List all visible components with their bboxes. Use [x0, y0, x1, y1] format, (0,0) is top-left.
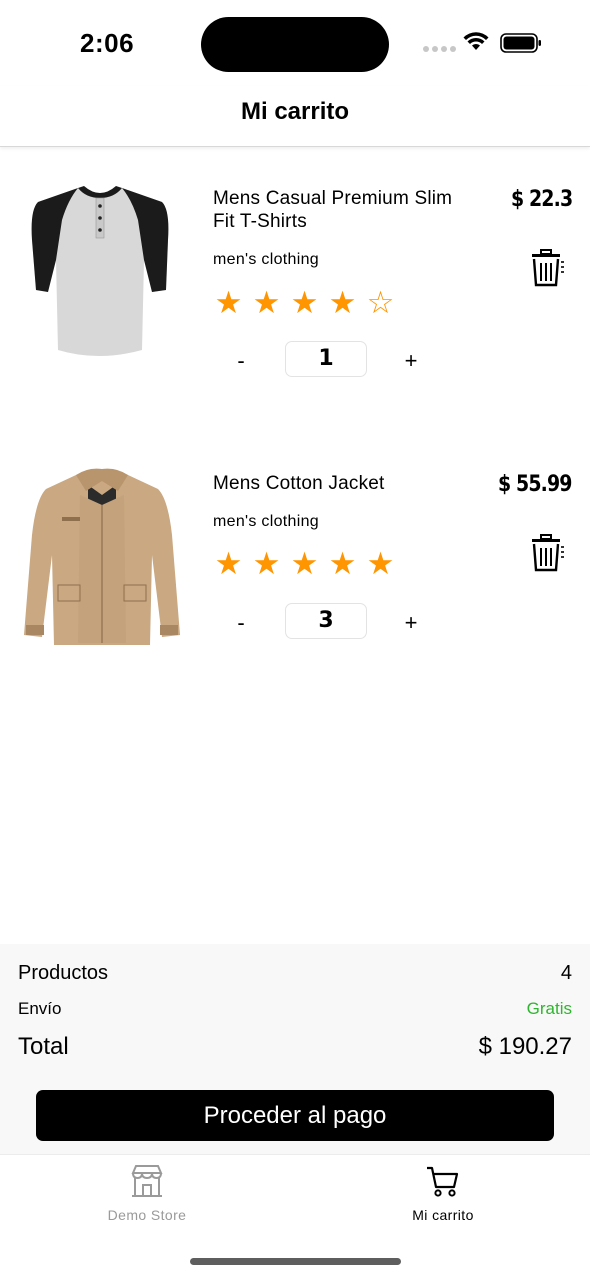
battery-icon	[500, 33, 541, 53]
summary-shipping-row: Envío Gratis	[18, 999, 572, 1019]
trash-icon[interactable]	[526, 533, 566, 573]
summary-products-label: Productos	[18, 962, 109, 984]
quantity-field[interactable]: 3	[285, 603, 367, 639]
product-image-shirt	[31, 186, 169, 356]
product-category: men's clothing	[213, 513, 319, 530]
star-filled-icon: ★	[290, 285, 319, 320]
product-title: Mens Cotton Jacket	[213, 473, 385, 494]
tab-label: Mi carrito	[412, 1207, 474, 1223]
star-filled-icon: ★	[290, 546, 319, 581]
summary-shipping-value: Gratis	[526, 999, 572, 1018]
quantity-field[interactable]: 1	[285, 341, 367, 377]
status-bar: 2:06	[0, 0, 590, 86]
cart-icon	[427, 1166, 459, 1197]
decrease-quantity-button[interactable]: -	[229, 348, 253, 374]
star-empty-icon: ☆	[366, 285, 395, 320]
star-filled-icon: ★	[252, 285, 281, 320]
product-rating: ★ ★ ★ ★ ☆	[213, 287, 396, 319]
storefront-icon	[131, 1165, 163, 1197]
product-price: $ 22.3	[510, 187, 573, 212]
summary-shipping-label: Envío	[18, 999, 62, 1018]
cellular-signal-icon	[423, 46, 456, 52]
product-price: $ 55.99	[498, 472, 572, 497]
summary-total-value: $ 190.27	[478, 1033, 572, 1060]
order-summary: Productos 4 Envío Gratis Total $ 190.27 …	[0, 944, 590, 1154]
page-title: Mi carrito	[240, 98, 350, 125]
tab-demo-store[interactable]: Demo Store	[47, 1163, 247, 1223]
dynamic-island	[201, 17, 389, 72]
star-filled-icon: ★	[366, 546, 395, 581]
home-indicator	[190, 1258, 401, 1265]
summary-total-label: Total	[18, 1033, 69, 1060]
tab-mi-carrito[interactable]: Mi carrito	[343, 1163, 543, 1223]
star-filled-icon: ★	[214, 546, 243, 581]
cart-item: Mens Cotton Jacket men's clothing ★ ★ ★ …	[0, 461, 590, 691]
product-category: men's clothing	[213, 251, 319, 268]
summary-products-row: Productos 4	[18, 962, 572, 985]
trash-icon[interactable]	[526, 248, 566, 288]
checkout-button[interactable]: Proceder al pago	[36, 1090, 554, 1141]
star-filled-icon: ★	[328, 546, 357, 581]
decrease-quantity-button[interactable]: -	[229, 610, 253, 636]
star-filled-icon: ★	[252, 546, 281, 581]
increase-quantity-button[interactable]: +	[399, 610, 423, 636]
summary-products-value: 4	[560, 962, 572, 984]
product-image-jacket	[24, 468, 180, 645]
status-time: 2:06	[80, 28, 135, 58]
star-filled-icon: ★	[328, 285, 357, 320]
product-rating: ★ ★ ★ ★ ★	[213, 548, 396, 580]
increase-quantity-button[interactable]: +	[399, 348, 423, 374]
nav-header: Mi carrito	[0, 86, 590, 147]
cart-item: Mens Casual Premium Slim Fit T-Shirts me…	[0, 176, 590, 406]
product-title: Mens Casual Premium Slim Fit T-Shirts	[213, 188, 453, 232]
star-filled-icon: ★	[214, 285, 243, 320]
wifi-icon	[463, 32, 489, 50]
summary-total-row: Total $ 190.27	[18, 1033, 572, 1061]
tab-label: Demo Store	[107, 1207, 187, 1223]
